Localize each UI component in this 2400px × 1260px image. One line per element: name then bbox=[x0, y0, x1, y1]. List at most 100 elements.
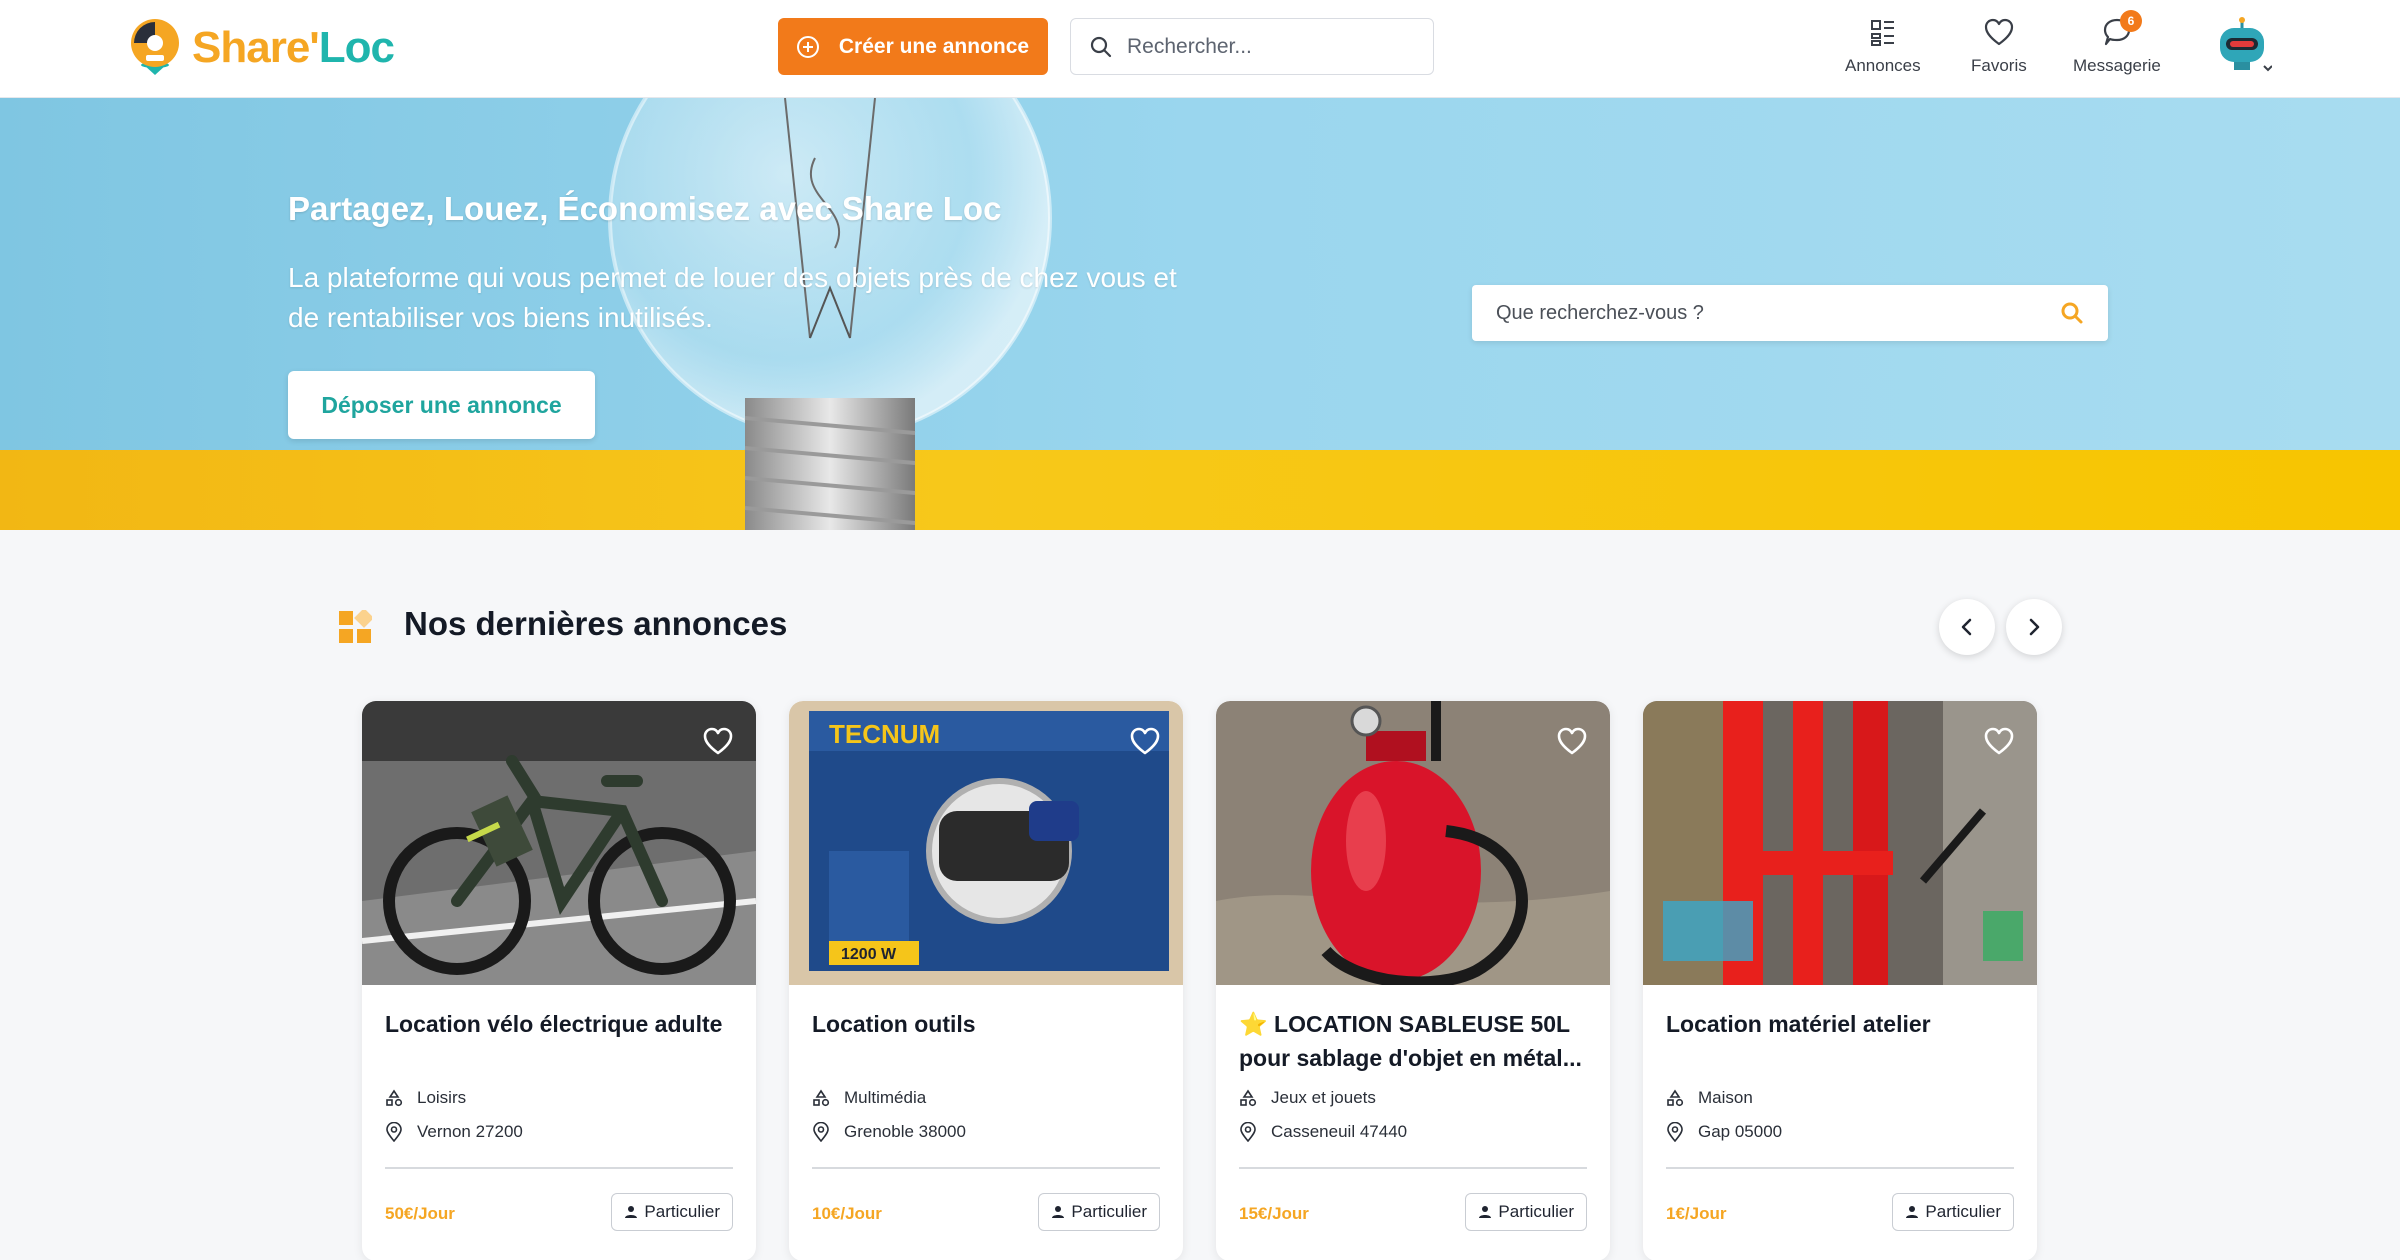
heart-icon bbox=[1984, 18, 2013, 46]
seller-type-label: Particulier bbox=[1925, 1202, 2001, 1221]
favorite-heart-icon[interactable] bbox=[1981, 723, 2017, 759]
logo-mark-icon bbox=[131, 19, 179, 75]
hero-yellow-band bbox=[0, 450, 2400, 530]
create-listing-label: Créer une annonce bbox=[838, 34, 1030, 58]
listing-category-label: Loisirs bbox=[417, 1088, 467, 1107]
listing-title: Location matériel atelier bbox=[1666, 1011, 1931, 1037]
listing-card[interactable]: Location vélo électrique adulte Loisirs … bbox=[362, 701, 756, 1260]
chevron-left-icon bbox=[1961, 618, 1972, 636]
create-listing-button[interactable]: Créer une annonce bbox=[778, 18, 1048, 75]
grid-list-icon bbox=[1870, 20, 1894, 46]
search-icon bbox=[1090, 36, 1112, 57]
seller-type-badge: Particulier bbox=[1038, 1193, 1160, 1231]
listing-location: Casseneuil 47440 bbox=[1239, 1122, 1407, 1142]
listing-photo-workshop bbox=[1643, 701, 2037, 985]
listing-category-label: Jeux et jouets bbox=[1271, 1088, 1376, 1107]
user-icon bbox=[625, 1206, 638, 1218]
nav-annonces-label: Annonces bbox=[1845, 56, 1921, 75]
nav-messagerie[interactable]: 6 Messagerie bbox=[2073, 10, 2161, 76]
card-divider bbox=[1239, 1167, 1587, 1169]
top-header: Share'Loc Créer une annonce Annonces Fav… bbox=[0, 0, 2400, 98]
listing-photo-saw: TECNUM 1200 W bbox=[789, 701, 1183, 985]
seller-type-badge: Particulier bbox=[1465, 1193, 1587, 1231]
listing-category: Jeux et jouets bbox=[1239, 1088, 1376, 1108]
seller-type-label: Particulier bbox=[1498, 1202, 1574, 1221]
chat-bubble-icon-wrap: 6 bbox=[2100, 10, 2142, 50]
nav-annonces[interactable]: Annonces bbox=[1845, 16, 1921, 76]
plus-circle-icon bbox=[796, 35, 819, 58]
nav-favoris-label: Favoris bbox=[1971, 56, 2027, 75]
logo-text: Share'Loc bbox=[192, 23, 395, 73]
user-icon bbox=[1479, 1206, 1492, 1218]
listing-photo-sandblaster bbox=[1216, 701, 1610, 985]
hero-banner: Partagez, Louez, Économisez avec Share L… bbox=[0, 98, 2400, 530]
hero-search-box[interactable] bbox=[1472, 285, 2108, 341]
carousel-prev-button[interactable] bbox=[1939, 599, 1995, 655]
listing-location: Gap 05000 bbox=[1666, 1122, 1782, 1142]
location-pin-icon bbox=[386, 1122, 402, 1142]
seller-type-label: Particulier bbox=[644, 1202, 720, 1221]
listing-photo-bike bbox=[362, 701, 756, 985]
category-icon bbox=[386, 1089, 403, 1107]
header-search-box[interactable] bbox=[1070, 18, 1434, 75]
nav-messagerie-label: Messagerie bbox=[2073, 56, 2161, 75]
listing-price: 1€/Jour bbox=[1666, 1204, 1727, 1223]
message-count-badge: 6 bbox=[2119, 10, 2142, 32]
listing-card[interactable]: TECNUM 1200 W Location outils Multimédia… bbox=[789, 701, 1183, 1260]
hero-subtitle: La plateforme qui vous permet de louer d… bbox=[288, 262, 1177, 333]
seller-type-badge: Particulier bbox=[611, 1193, 733, 1231]
listing-location: Vernon 27200 bbox=[385, 1122, 523, 1142]
favorite-heart-icon[interactable] bbox=[1554, 723, 1590, 759]
section-title: Nos dernières annonces bbox=[404, 605, 788, 642]
user-icon bbox=[1052, 1206, 1065, 1218]
favorite-heart-icon[interactable] bbox=[1127, 723, 1163, 759]
listing-location-label: Gap 05000 bbox=[1698, 1122, 1783, 1141]
category-icon bbox=[1667, 1089, 1684, 1107]
card-divider bbox=[1666, 1167, 2014, 1169]
shareloc-logo[interactable]: Share'Loc bbox=[126, 16, 395, 80]
seller-type-label: Particulier bbox=[1071, 1202, 1147, 1221]
listing-category: Multimédia bbox=[812, 1088, 926, 1108]
listing-title: ⭐ LOCATION SABLEUSE 50L pour sablage d'o… bbox=[1239, 1011, 1582, 1071]
listing-title: Location outils bbox=[812, 1011, 976, 1037]
logo-text-loc: Loc bbox=[318, 23, 395, 72]
location-pin-icon bbox=[1667, 1122, 1683, 1142]
listing-location-label: Grenoble 38000 bbox=[844, 1122, 966, 1141]
card-divider bbox=[812, 1167, 1160, 1169]
listing-category: Maison bbox=[1666, 1088, 1753, 1108]
hero-search-input[interactable] bbox=[1496, 301, 2060, 325]
svg-text:TECNUM: TECNUM bbox=[829, 719, 940, 749]
header-search-input[interactable] bbox=[1127, 34, 1427, 59]
listing-category-label: Multimédia bbox=[844, 1088, 927, 1107]
listing-title: Location vélo électrique adulte bbox=[385, 1011, 723, 1037]
location-pin-icon bbox=[813, 1122, 829, 1142]
listing-card[interactable]: ⭐ LOCATION SABLEUSE 50L pour sablage d'o… bbox=[1216, 701, 1610, 1260]
user-icon bbox=[1906, 1206, 1919, 1218]
listing-price: 10€/Jour bbox=[812, 1204, 882, 1223]
logo-text-share: Share' bbox=[192, 23, 320, 72]
listing-card[interactable]: Location matériel atelier Maison Gap 050… bbox=[1643, 701, 2037, 1260]
favorite-heart-icon[interactable] bbox=[700, 723, 736, 759]
category-icon bbox=[813, 1089, 830, 1107]
location-pin-icon bbox=[1240, 1122, 1256, 1142]
listing-location: Grenoble 38000 bbox=[812, 1122, 966, 1142]
hero-title: Partagez, Louez, Économisez avec Share L… bbox=[288, 190, 1002, 227]
category-icon bbox=[1240, 1089, 1257, 1107]
user-avatar-menu[interactable] bbox=[2212, 16, 2273, 76]
listing-category-label: Maison bbox=[1698, 1088, 1753, 1107]
chevron-right-icon bbox=[2029, 618, 2040, 636]
listing-price: 15€/Jour bbox=[1239, 1204, 1309, 1223]
seller-type-badge: Particulier bbox=[1892, 1193, 2014, 1231]
robot-avatar-icon bbox=[2220, 17, 2273, 72]
listing-price: 50€/Jour bbox=[385, 1204, 455, 1223]
nav-favoris[interactable]: Favoris bbox=[1971, 16, 2027, 76]
carousel-next-button[interactable] bbox=[2006, 599, 2062, 655]
dashboard-tiles-icon bbox=[339, 610, 372, 643]
listing-location-label: Casseneuil 47440 bbox=[1271, 1122, 1408, 1141]
hero-search-icon[interactable] bbox=[2060, 301, 2084, 325]
listing-category: Loisirs bbox=[385, 1088, 466, 1108]
svg-text:1200 W: 1200 W bbox=[841, 946, 897, 963]
post-listing-button[interactable]: Déposer une annonce bbox=[288, 371, 595, 439]
listing-location-label: Vernon 27200 bbox=[417, 1122, 523, 1141]
card-divider bbox=[385, 1167, 733, 1169]
